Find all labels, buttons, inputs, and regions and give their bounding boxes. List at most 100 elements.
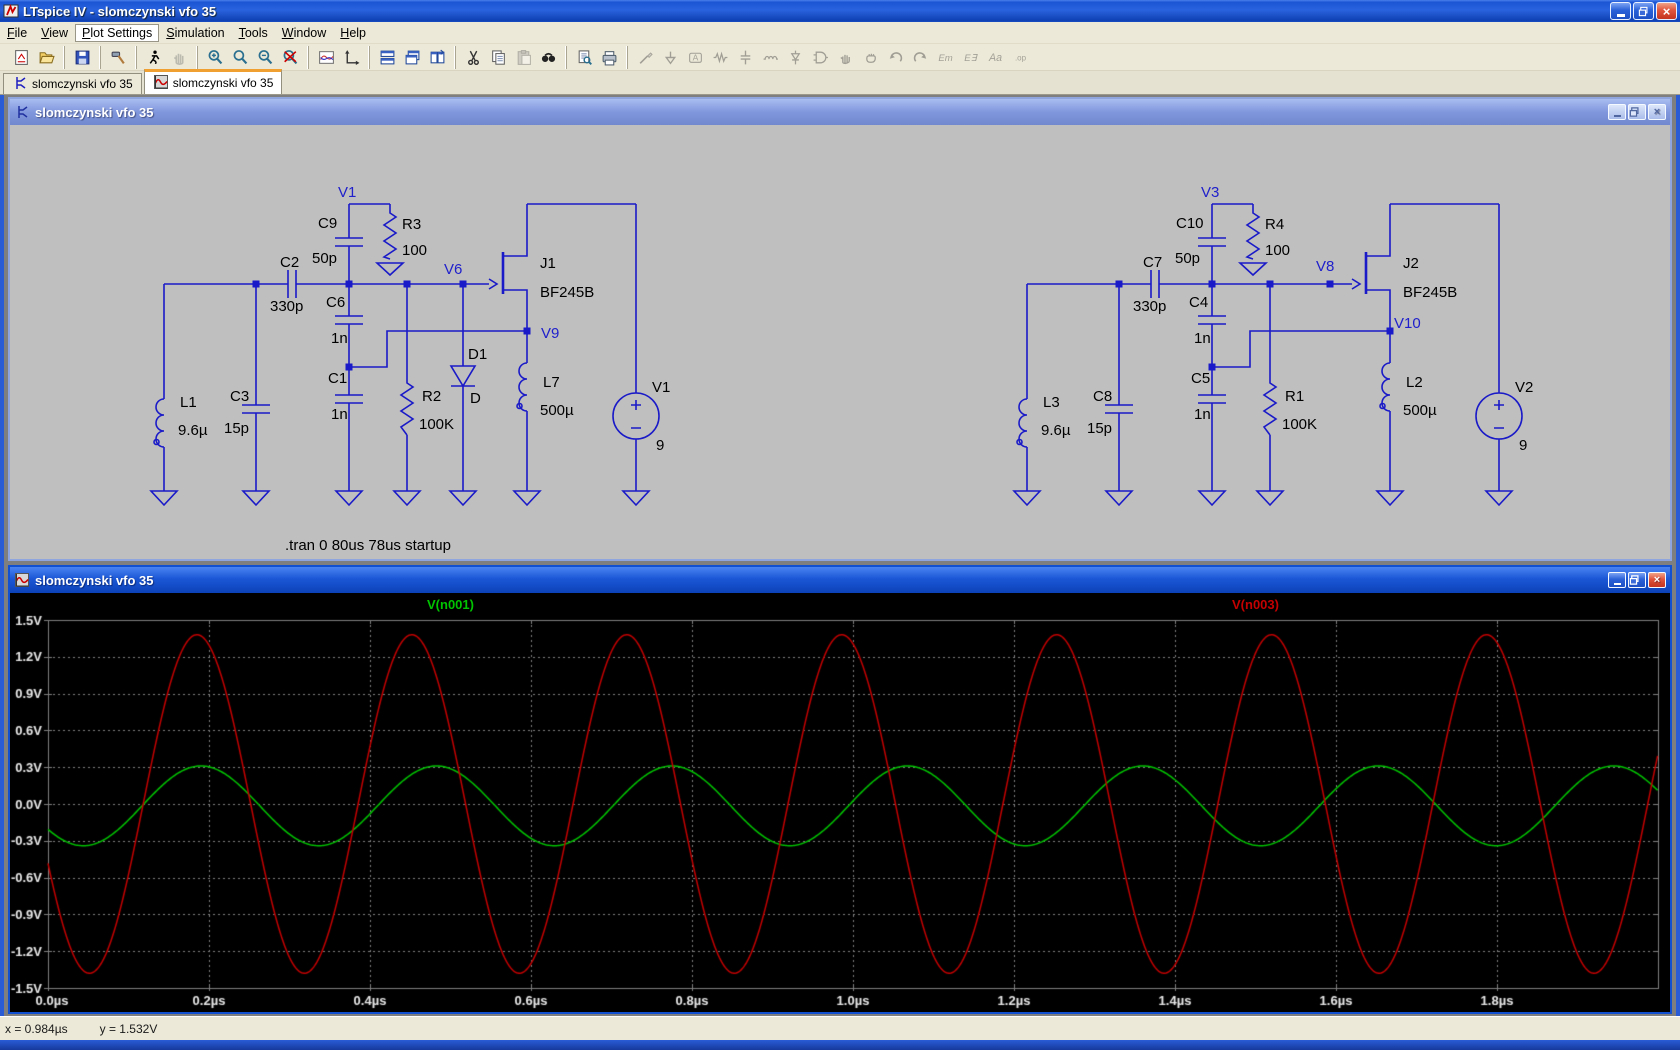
schematic-canvas[interactable]: L19.6µC315pC2330pC950pC61nC11nR3100R2100…	[10, 125, 1670, 559]
svg-text:330p: 330p	[1133, 298, 1166, 315]
tab-1[interactable]: slomczynski vfo 35	[3, 73, 142, 94]
tile-vertical-button[interactable]	[425, 46, 450, 69]
schematic-minimize-button[interactable]	[1608, 104, 1626, 120]
svg-text:9: 9	[656, 437, 664, 454]
svg-text:A: A	[693, 52, 699, 62]
legend-trace-1[interactable]: V(n001)	[427, 597, 474, 612]
tab-schematic	[12, 75, 28, 94]
svg-text:C8: C8	[1093, 388, 1112, 405]
menu-bar: FileViewPlot SettingsSimulationToolsWind…	[0, 22, 1680, 44]
control-panel-button[interactable]	[106, 46, 131, 69]
zoom-full-button[interactable]	[278, 46, 303, 69]
schematic-window: slomczynski vfo 35 ×	[8, 97, 1672, 561]
print-preview-button[interactable]	[572, 46, 597, 69]
place-resistor-button	[708, 46, 733, 69]
svg-text:500µ: 500µ	[1403, 402, 1437, 419]
svg-text:V1: V1	[652, 379, 670, 396]
svg-text:100K: 100K	[1282, 416, 1317, 433]
svg-text:V10: V10	[1394, 315, 1421, 332]
svg-text:9: 9	[1519, 437, 1527, 454]
waveform-minimize-button[interactable]	[1608, 572, 1626, 588]
ltspice-app: LTspice IV - slomczynski vfo 35 × FileVi…	[0, 0, 1680, 1050]
svg-text:V8: V8	[1316, 258, 1334, 275]
svg-text:C10: C10	[1176, 215, 1204, 232]
svg-text:D: D	[470, 390, 481, 407]
print-button[interactable]	[597, 46, 622, 69]
save-button[interactable]	[70, 46, 95, 69]
menu-file[interactable]: File	[0, 24, 34, 42]
svg-text:100: 100	[402, 242, 427, 259]
svg-text:.op: .op	[1015, 53, 1027, 62]
zoom-in-button[interactable]	[203, 46, 228, 69]
svg-text:C1: C1	[328, 370, 347, 387]
svg-text:V6: V6	[444, 261, 462, 278]
zoom-out-button[interactable]	[253, 46, 278, 69]
svg-text:BF245B: BF245B	[1403, 284, 1457, 301]
menu-help[interactable]: Help	[333, 24, 373, 42]
new-schematic-button[interactable]	[9, 46, 34, 69]
cursor-y-readout: y = 1.532V	[100, 1022, 158, 1036]
svg-text:1n: 1n	[331, 406, 348, 423]
tile-horizontal-button[interactable]	[375, 46, 400, 69]
minimize-button[interactable]	[1610, 2, 1631, 20]
waveform-titlebar[interactable]: slomczynski vfo 35 ×	[10, 567, 1670, 593]
draw-wire-button	[633, 46, 658, 69]
menu-tools[interactable]: Tools	[232, 24, 275, 42]
place-capacitor-button	[733, 46, 758, 69]
waveform-close-button[interactable]: ×	[1648, 572, 1666, 588]
svg-text:V3: V3	[1201, 184, 1219, 201]
svg-text:100K: 100K	[419, 416, 454, 433]
tab-2-active[interactable]: slomczynski vfo 35	[144, 69, 283, 94]
menu-view[interactable]: View	[34, 24, 75, 42]
svg-text:C6: C6	[326, 294, 345, 311]
close-button[interactable]: ×	[1656, 2, 1677, 20]
svg-text:J1: J1	[540, 255, 556, 272]
schematic-titlebar[interactable]: slomczynski vfo 35 ×	[10, 99, 1670, 125]
svg-text:1n: 1n	[331, 330, 348, 347]
menu-window[interactable]: Window	[275, 24, 333, 42]
legend-trace-2[interactable]: V(n003)	[1232, 597, 1279, 612]
waveform-plot[interactable]	[10, 593, 1670, 1012]
menu-plot-settings[interactable]: Plot Settings	[75, 24, 159, 42]
waveform-window-icon	[14, 572, 30, 588]
cascade-windows-button[interactable]	[400, 46, 425, 69]
svg-text:C3: C3	[230, 388, 249, 405]
svg-text:100: 100	[1265, 242, 1290, 259]
waveform-plot-area: V(n001) V(n003)	[10, 593, 1670, 1012]
halt-button	[167, 46, 192, 69]
svg-text:Em: Em	[938, 53, 952, 64]
paste-button	[511, 46, 536, 69]
autorange-axes-button[interactable]	[339, 46, 364, 69]
place-ground-button	[658, 46, 683, 69]
svg-text:Aa: Aa	[988, 52, 1002, 64]
svg-text:C5: C5	[1191, 370, 1210, 387]
svg-text:R4: R4	[1265, 216, 1284, 233]
copy-button[interactable]	[486, 46, 511, 69]
app-titlebar: LTspice IV - slomczynski vfo 35 ×	[0, 0, 1680, 22]
schematic-restore-button[interactable]	[1628, 104, 1646, 120]
svg-text:L2: L2	[1406, 374, 1423, 391]
tab-label: slomczynski vfo 35	[32, 77, 133, 91]
schematic-close-button[interactable]: ×	[1648, 104, 1666, 120]
ltspice-logo-icon	[3, 3, 19, 19]
svg-text:L1: L1	[180, 394, 197, 411]
restore-button[interactable]	[1633, 2, 1654, 20]
waveform-pane-button[interactable]	[314, 46, 339, 69]
svg-text:V1: V1	[338, 184, 356, 201]
menu-simulation[interactable]: Simulation	[159, 24, 231, 42]
cut-button[interactable]	[461, 46, 486, 69]
waveform-restore-button[interactable]	[1628, 572, 1646, 588]
schematic-window-icon	[14, 104, 30, 120]
spice-directive-button: .op	[1008, 46, 1033, 69]
svg-text:E∃: E∃	[964, 53, 978, 64]
find-button[interactable]	[536, 46, 561, 69]
svg-text:L7: L7	[543, 374, 560, 391]
open-file-button[interactable]	[34, 46, 59, 69]
toolbar: A Em E∃ Aa .op	[0, 44, 1680, 71]
run-button[interactable]	[142, 46, 167, 69]
svg-text:J2: J2	[1403, 255, 1419, 272]
rotate-button: E∃	[958, 46, 983, 69]
undo-button	[883, 46, 908, 69]
svg-text:50p: 50p	[312, 250, 337, 267]
zoom-back-button[interactable]	[228, 46, 253, 69]
